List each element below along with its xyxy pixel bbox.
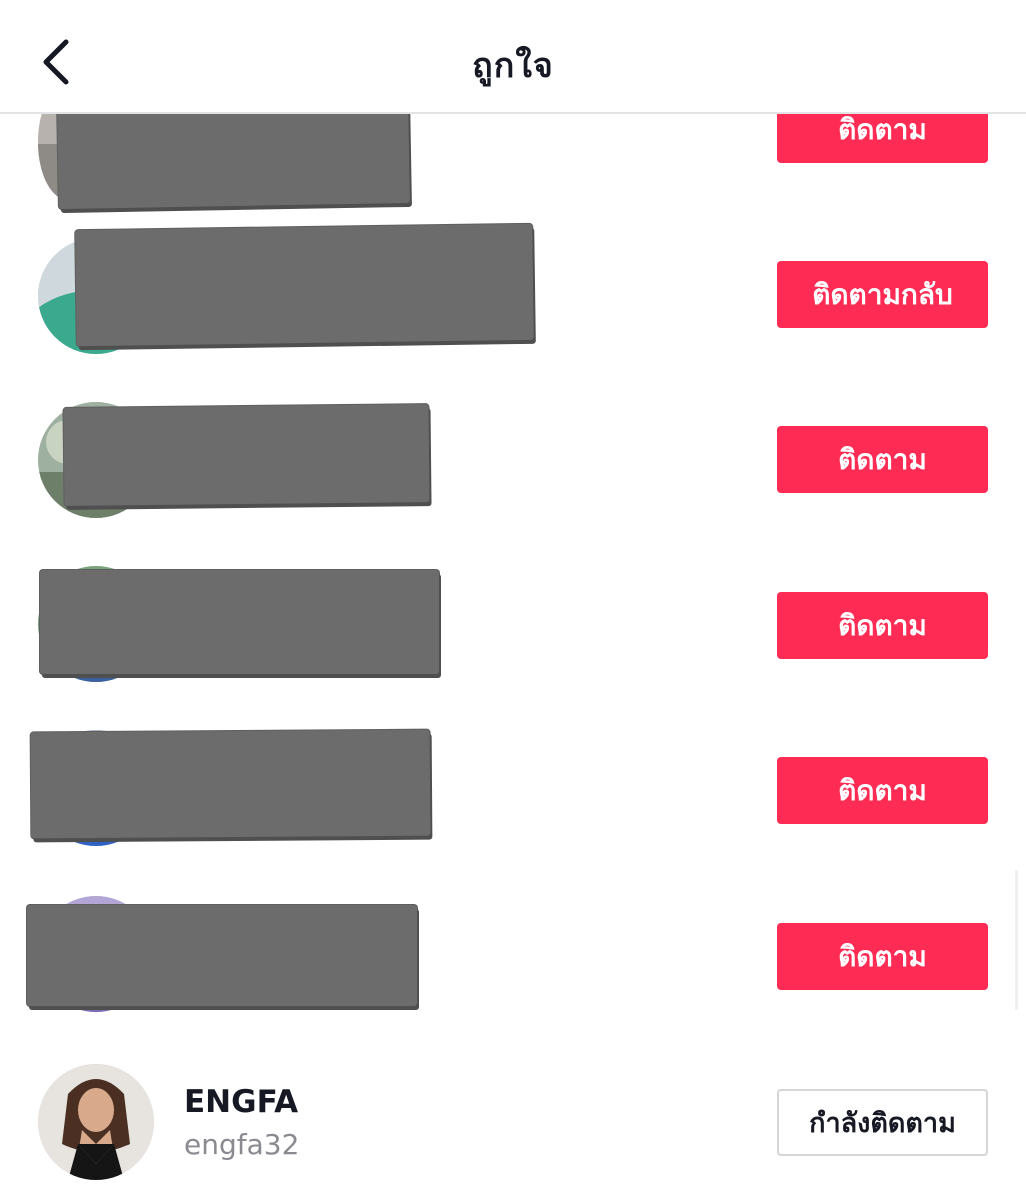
page-title: ถูกใจ: [472, 46, 554, 86]
follow-button[interactable]: ติดตาม: [777, 923, 988, 990]
follow-button[interactable]: ติดตาม: [777, 426, 988, 493]
avatar[interactable]: [38, 1064, 154, 1180]
redacted-username: [40, 570, 439, 674]
list-item[interactable]: ติดตาม: [0, 716, 1026, 866]
list-item[interactable]: ติดตาม: [0, 882, 1026, 1032]
list-item[interactable]: ติดตาม: [0, 384, 1026, 534]
list-item[interactable]: ENGFA engfa32 กำลังติดตาม: [0, 1048, 1026, 1198]
likes-user-list: ติดตาม ติดตามกลับ ติดตาม ติดตาม ติดตาม ต…: [0, 0, 1026, 1200]
scroll-indicator[interactable]: [1015, 870, 1018, 1010]
redacted-username: [30, 729, 431, 839]
following-button[interactable]: กำลังติดตาม: [777, 1089, 988, 1156]
redacted-username: [75, 223, 534, 347]
follow-back-button[interactable]: ติดตามกลับ: [777, 261, 988, 328]
username: engfa32: [184, 1128, 300, 1161]
list-item[interactable]: ติดตาม: [0, 550, 1026, 700]
redacted-username: [63, 404, 430, 506]
redacted-username: [57, 98, 410, 210]
list-item[interactable]: ติดตามกลับ: [0, 218, 1026, 368]
follow-button[interactable]: ติดตาม: [777, 592, 988, 659]
redacted-username: [27, 905, 417, 1006]
display-name: ENGFA: [184, 1084, 299, 1120]
follow-button[interactable]: ติดตาม: [777, 757, 988, 824]
top-bar: ถูกใจ: [0, 0, 1026, 114]
